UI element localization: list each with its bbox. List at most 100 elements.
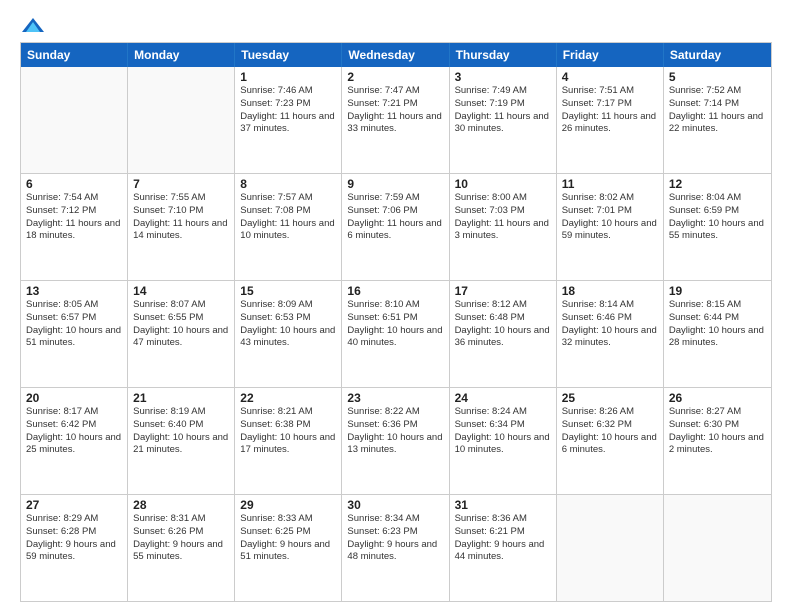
- day-number: 4: [562, 70, 658, 84]
- calendar-cell: 9Sunrise: 7:59 AM Sunset: 7:06 PM Daylig…: [342, 174, 449, 280]
- day-info: Sunrise: 7:52 AM Sunset: 7:14 PM Dayligh…: [669, 85, 766, 136]
- calendar-cell: 1Sunrise: 7:46 AM Sunset: 7:23 PM Daylig…: [235, 67, 342, 173]
- day-info: Sunrise: 8:12 AM Sunset: 6:48 PM Dayligh…: [455, 299, 551, 350]
- day-number: 3: [455, 70, 551, 84]
- day-info: Sunrise: 8:00 AM Sunset: 7:03 PM Dayligh…: [455, 192, 551, 243]
- day-number: 15: [240, 284, 336, 298]
- calendar-cell: 3Sunrise: 7:49 AM Sunset: 7:19 PM Daylig…: [450, 67, 557, 173]
- day-info: Sunrise: 8:26 AM Sunset: 6:32 PM Dayligh…: [562, 406, 658, 457]
- header-day-wednesday: Wednesday: [342, 43, 449, 67]
- calendar-cell: 8Sunrise: 7:57 AM Sunset: 7:08 PM Daylig…: [235, 174, 342, 280]
- calendar-cell: 10Sunrise: 8:00 AM Sunset: 7:03 PM Dayli…: [450, 174, 557, 280]
- calendar-cell: 15Sunrise: 8:09 AM Sunset: 6:53 PM Dayli…: [235, 281, 342, 387]
- day-info: Sunrise: 7:49 AM Sunset: 7:19 PM Dayligh…: [455, 85, 551, 136]
- day-number: 20: [26, 391, 122, 405]
- day-info: Sunrise: 8:34 AM Sunset: 6:23 PM Dayligh…: [347, 513, 443, 564]
- day-info: Sunrise: 8:22 AM Sunset: 6:36 PM Dayligh…: [347, 406, 443, 457]
- day-info: Sunrise: 8:24 AM Sunset: 6:34 PM Dayligh…: [455, 406, 551, 457]
- day-info: Sunrise: 8:36 AM Sunset: 6:21 PM Dayligh…: [455, 513, 551, 564]
- calendar-cell: 16Sunrise: 8:10 AM Sunset: 6:51 PM Dayli…: [342, 281, 449, 387]
- day-number: 23: [347, 391, 443, 405]
- calendar: SundayMondayTuesdayWednesdayThursdayFrid…: [20, 42, 772, 602]
- day-info: Sunrise: 8:29 AM Sunset: 6:28 PM Dayligh…: [26, 513, 122, 564]
- day-info: Sunrise: 8:07 AM Sunset: 6:55 PM Dayligh…: [133, 299, 229, 350]
- day-number: 22: [240, 391, 336, 405]
- header: [20, 16, 772, 34]
- calendar-cell: 25Sunrise: 8:26 AM Sunset: 6:32 PM Dayli…: [557, 388, 664, 494]
- day-number: 2: [347, 70, 443, 84]
- calendar-row-3: 13Sunrise: 8:05 AM Sunset: 6:57 PM Dayli…: [21, 280, 771, 387]
- day-number: 29: [240, 498, 336, 512]
- calendar-cell: 13Sunrise: 8:05 AM Sunset: 6:57 PM Dayli…: [21, 281, 128, 387]
- calendar-cell: 7Sunrise: 7:55 AM Sunset: 7:10 PM Daylig…: [128, 174, 235, 280]
- calendar-cell: [557, 495, 664, 601]
- day-info: Sunrise: 7:57 AM Sunset: 7:08 PM Dayligh…: [240, 192, 336, 243]
- day-number: 1: [240, 70, 336, 84]
- day-number: 17: [455, 284, 551, 298]
- day-info: Sunrise: 8:02 AM Sunset: 7:01 PM Dayligh…: [562, 192, 658, 243]
- day-number: 9: [347, 177, 443, 191]
- day-info: Sunrise: 8:33 AM Sunset: 6:25 PM Dayligh…: [240, 513, 336, 564]
- day-number: 7: [133, 177, 229, 191]
- day-number: 26: [669, 391, 766, 405]
- calendar-cell: 21Sunrise: 8:19 AM Sunset: 6:40 PM Dayli…: [128, 388, 235, 494]
- header-day-monday: Monday: [128, 43, 235, 67]
- day-number: 28: [133, 498, 229, 512]
- calendar-cell: [128, 67, 235, 173]
- day-info: Sunrise: 8:19 AM Sunset: 6:40 PM Dayligh…: [133, 406, 229, 457]
- calendar-cell: 27Sunrise: 8:29 AM Sunset: 6:28 PM Dayli…: [21, 495, 128, 601]
- day-info: Sunrise: 8:04 AM Sunset: 6:59 PM Dayligh…: [669, 192, 766, 243]
- calendar-cell: 24Sunrise: 8:24 AM Sunset: 6:34 PM Dayli…: [450, 388, 557, 494]
- calendar-cell: 20Sunrise: 8:17 AM Sunset: 6:42 PM Dayli…: [21, 388, 128, 494]
- calendar-cell: 30Sunrise: 8:34 AM Sunset: 6:23 PM Dayli…: [342, 495, 449, 601]
- day-info: Sunrise: 7:59 AM Sunset: 7:06 PM Dayligh…: [347, 192, 443, 243]
- day-number: 11: [562, 177, 658, 191]
- calendar-cell: 28Sunrise: 8:31 AM Sunset: 6:26 PM Dayli…: [128, 495, 235, 601]
- day-number: 6: [26, 177, 122, 191]
- day-info: Sunrise: 7:47 AM Sunset: 7:21 PM Dayligh…: [347, 85, 443, 136]
- calendar-cell: 18Sunrise: 8:14 AM Sunset: 6:46 PM Dayli…: [557, 281, 664, 387]
- calendar-cell: 12Sunrise: 8:04 AM Sunset: 6:59 PM Dayli…: [664, 174, 771, 280]
- calendar-cell: 19Sunrise: 8:15 AM Sunset: 6:44 PM Dayli…: [664, 281, 771, 387]
- calendar-body: 1Sunrise: 7:46 AM Sunset: 7:23 PM Daylig…: [21, 67, 771, 601]
- page: SundayMondayTuesdayWednesdayThursdayFrid…: [0, 0, 792, 612]
- day-info: Sunrise: 8:21 AM Sunset: 6:38 PM Dayligh…: [240, 406, 336, 457]
- calendar-row-2: 6Sunrise: 7:54 AM Sunset: 7:12 PM Daylig…: [21, 173, 771, 280]
- day-number: 8: [240, 177, 336, 191]
- day-info: Sunrise: 8:05 AM Sunset: 6:57 PM Dayligh…: [26, 299, 122, 350]
- day-number: 5: [669, 70, 766, 84]
- day-info: Sunrise: 8:27 AM Sunset: 6:30 PM Dayligh…: [669, 406, 766, 457]
- day-number: 24: [455, 391, 551, 405]
- day-number: 31: [455, 498, 551, 512]
- day-info: Sunrise: 8:10 AM Sunset: 6:51 PM Dayligh…: [347, 299, 443, 350]
- day-number: 10: [455, 177, 551, 191]
- calendar-cell: 22Sunrise: 8:21 AM Sunset: 6:38 PM Dayli…: [235, 388, 342, 494]
- day-info: Sunrise: 8:14 AM Sunset: 6:46 PM Dayligh…: [562, 299, 658, 350]
- day-info: Sunrise: 8:31 AM Sunset: 6:26 PM Dayligh…: [133, 513, 229, 564]
- day-number: 27: [26, 498, 122, 512]
- logo-icon: [22, 18, 44, 34]
- calendar-cell: 2Sunrise: 7:47 AM Sunset: 7:21 PM Daylig…: [342, 67, 449, 173]
- day-info: Sunrise: 7:54 AM Sunset: 7:12 PM Dayligh…: [26, 192, 122, 243]
- calendar-row-5: 27Sunrise: 8:29 AM Sunset: 6:28 PM Dayli…: [21, 494, 771, 601]
- day-number: 13: [26, 284, 122, 298]
- header-day-thursday: Thursday: [450, 43, 557, 67]
- calendar-cell: 11Sunrise: 8:02 AM Sunset: 7:01 PM Dayli…: [557, 174, 664, 280]
- calendar-row-1: 1Sunrise: 7:46 AM Sunset: 7:23 PM Daylig…: [21, 67, 771, 173]
- calendar-cell: 17Sunrise: 8:12 AM Sunset: 6:48 PM Dayli…: [450, 281, 557, 387]
- logo: [20, 16, 44, 34]
- calendar-cell: [21, 67, 128, 173]
- day-number: 14: [133, 284, 229, 298]
- calendar-cell: 29Sunrise: 8:33 AM Sunset: 6:25 PM Dayli…: [235, 495, 342, 601]
- day-info: Sunrise: 8:09 AM Sunset: 6:53 PM Dayligh…: [240, 299, 336, 350]
- day-info: Sunrise: 7:55 AM Sunset: 7:10 PM Dayligh…: [133, 192, 229, 243]
- day-number: 21: [133, 391, 229, 405]
- calendar-cell: 4Sunrise: 7:51 AM Sunset: 7:17 PM Daylig…: [557, 67, 664, 173]
- calendar-header: SundayMondayTuesdayWednesdayThursdayFrid…: [21, 43, 771, 67]
- calendar-cell: 31Sunrise: 8:36 AM Sunset: 6:21 PM Dayli…: [450, 495, 557, 601]
- day-number: 12: [669, 177, 766, 191]
- header-day-sunday: Sunday: [21, 43, 128, 67]
- calendar-row-4: 20Sunrise: 8:17 AM Sunset: 6:42 PM Dayli…: [21, 387, 771, 494]
- day-info: Sunrise: 7:51 AM Sunset: 7:17 PM Dayligh…: [562, 85, 658, 136]
- calendar-cell: [664, 495, 771, 601]
